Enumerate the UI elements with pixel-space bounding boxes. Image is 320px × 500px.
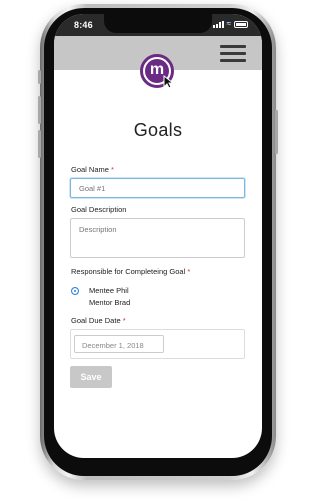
save-button[interactable]: Save [70, 366, 112, 388]
page-title: Goals [133, 120, 183, 140]
radio-mentor[interactable]: Mentor Brad [71, 298, 130, 307]
goal-description-textarea[interactable] [70, 218, 245, 258]
radio-selected-icon[interactable] [71, 286, 79, 295]
notch [104, 14, 231, 33]
goal-description-label: Goal Description [71, 205, 127, 214]
signal-icon [212, 20, 224, 28]
required-mark: * [187, 267, 191, 276]
goal-name-input[interactable] [70, 178, 245, 198]
battery-icon [234, 20, 248, 28]
hamburger-menu-icon[interactable] [220, 45, 246, 62]
status-time: 8:46 [74, 20, 93, 30]
radio-mentor-label: Mentor Brad [89, 298, 131, 307]
volume-up-button [38, 96, 41, 124]
volume-down-button [38, 130, 41, 158]
responsible-label: Responsible for Completeing Goal * [71, 267, 190, 276]
required-mark: * [111, 165, 114, 174]
wifi-icon: ≈ [226, 19, 231, 28]
due-date-input[interactable]: December 1, 2018 [74, 335, 164, 353]
goal-name-label: Goal Name * [71, 165, 114, 174]
mute-switch [38, 70, 41, 84]
radio-unselected-icon[interactable] [71, 299, 79, 307]
due-date-label-text: Goal Due Date [71, 316, 121, 325]
power-button [275, 110, 278, 154]
radio-mentee-label: Mentee Phil [89, 286, 129, 295]
goal-name-label-text: Goal Name [71, 165, 109, 174]
radio-mentee[interactable]: Mentee Phil [71, 286, 129, 295]
responsible-label-text: Responsible for Completeing Goal [71, 267, 186, 276]
m-logo-icon[interactable]: m [140, 54, 175, 89]
due-date-label: Goal Due Date * [71, 316, 126, 325]
required-mark: * [122, 316, 126, 325]
status-bar: 8:46 ≈ [54, 14, 262, 36]
status-icons: ≈ [212, 19, 248, 28]
pointer-icon [163, 75, 175, 89]
app-screen: 8:46 ≈ m Goals Goal Name * Goal Descript… [54, 14, 262, 458]
